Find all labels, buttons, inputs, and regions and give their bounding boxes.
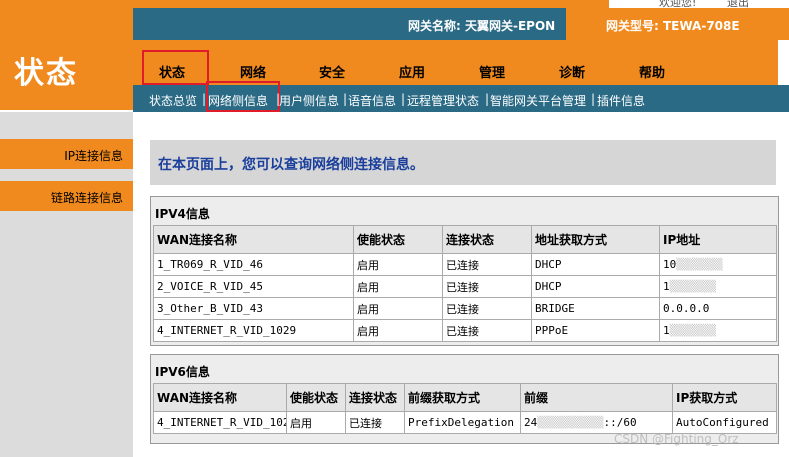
column-header: 地址获取方式 <box>531 225 660 254</box>
subnav-separator: | <box>202 92 207 106</box>
table-row: 2_VOICE_R_VID_45 启用 已连接 DHCP 1▒▒▒▒▒▒▒ <box>153 275 777 298</box>
intro-bar: 在本页面上，您可以查询网络侧连接信息。 <box>150 140 776 185</box>
enable-status-cell: 启用 <box>353 253 443 276</box>
wan-name-cell: 1_TR069_R_VID_46 <box>153 253 354 276</box>
address-mode-cell: DHCP <box>531 275 660 298</box>
tab-application[interactable]: 应用 <box>399 62 425 81</box>
wan-name-cell: 4_INTERNET_R_VID_1029 <box>153 319 354 342</box>
ip-address-cell: 10▒▒▒▒▒▒▒ <box>659 253 777 276</box>
header-info-bar: 网关名称: 天翼网关-EPON 网关型号: TEWA-708E <box>133 8 789 40</box>
subnav-status-overview[interactable]: 状态总览 <box>149 92 197 109</box>
prefix-start: 24 <box>524 416 538 429</box>
ip-address-cell: 1▒▒▒▒▒▒▒ <box>659 275 777 298</box>
prefix-mode-cell: PrefixDelegation <box>404 411 521 434</box>
ip-address-text: 1 <box>663 280 670 293</box>
column-header: 使能状态 <box>353 225 443 254</box>
subnav-separator: | <box>591 92 596 106</box>
column-header: WAN连接名称 <box>153 225 354 254</box>
redacted-region: ▒▒▒▒▒▒▒ <box>669 280 716 293</box>
connection-status-cell: 已连接 <box>442 297 532 320</box>
prefix-end: ::/60 <box>603 416 637 429</box>
logout-link[interactable]: 退出 <box>727 0 749 8</box>
redacted-region: ▒▒▒▒▒▒▒▒▒▒ <box>537 416 604 429</box>
enable-status-cell: 启用 <box>353 297 443 320</box>
redacted-region: ▒▒▒▒▒▒▒ <box>676 258 723 271</box>
subnav-separator: | <box>343 92 348 106</box>
address-mode-cell: DHCP <box>531 253 660 276</box>
top-links: 欢迎您! 退出 <box>609 0 789 8</box>
gateway-model-box: 网关型号: TEWA-708E <box>566 8 789 40</box>
subnav-user-side-info[interactable]: 用户侧信息 <box>279 92 339 109</box>
connection-status-cell: 已连接 <box>442 319 532 342</box>
tab-management[interactable]: 管理 <box>479 62 505 81</box>
ipv6-panel: IPV6信息 WAN连接名称 使能状态 连接状态 前缀获取方式 前缀 IP获取方… <box>150 354 779 444</box>
ipv4-table: WAN连接名称 使能状态 连接状态 地址获取方式 IP地址 1_TR069_R_… <box>153 225 777 342</box>
column-header: 前缀 <box>520 383 673 412</box>
table-row: 4_INTERNET_R_VID_1029 启用 已连接 PPPoE 1▒▒▒▒… <box>153 319 777 342</box>
table-row: 1_TR069_R_VID_46 启用 已连接 DHCP 10▒▒▒▒▒▒▒ <box>153 253 777 276</box>
subnav-network-side-info[interactable]: 网络侧信息 <box>208 92 268 109</box>
column-header: WAN连接名称 <box>153 383 287 412</box>
connection-status-cell: 已连接 <box>345 411 405 434</box>
tab-security[interactable]: 安全 <box>319 62 345 81</box>
ip-address-text: 10 <box>663 258 677 271</box>
column-header: IP地址 <box>659 225 777 254</box>
tab-network[interactable]: 网络 <box>240 62 266 81</box>
sidebar-item-ip-connection[interactable]: IP连接信息 <box>0 139 133 169</box>
enable-status-cell: 启用 <box>353 319 443 342</box>
wan-name-cell: 4_INTERNET_R_VID_1029 <box>153 411 287 434</box>
column-header: 连接状态 <box>442 225 532 254</box>
ipv6-table: WAN连接名称 使能状态 连接状态 前缀获取方式 前缀 IP获取方式 4_INT… <box>153 383 777 434</box>
wan-name-cell: 3_Other_B_VID_43 <box>153 297 354 320</box>
welcome-text: 欢迎您! <box>659 0 697 8</box>
main-nav: 状态 网络 安全 应用 管理 诊断 帮助 <box>133 40 778 85</box>
ip-address-text: 1 <box>663 324 670 337</box>
column-header: IP获取方式 <box>672 383 777 412</box>
tab-diagnosis[interactable]: 诊断 <box>559 62 585 81</box>
enable-status-cell: 启用 <box>286 411 346 434</box>
ip-address-cell: 0.0.0.0 <box>659 297 777 320</box>
table-row: 4_INTERNET_R_VID_1029 启用 已连接 PrefixDeleg… <box>153 411 777 434</box>
enable-status-cell: 启用 <box>353 275 443 298</box>
sidebar-item-label: 链路连接信息 <box>50 191 123 205</box>
address-mode-cell: BRIDGE <box>531 297 660 320</box>
ip-address-cell: 1▒▒▒▒▒▒▒ <box>659 319 777 342</box>
subnav-voice-info[interactable]: 语音信息 <box>348 92 396 109</box>
table-header-row: WAN连接名称 使能状态 连接状态 地址获取方式 IP地址 <box>153 225 777 254</box>
prefix-cell: 24▒▒▒▒▒▒▒▒▒▒::/60 <box>520 411 673 434</box>
sidebar: IP连接信息 链路连接信息 <box>0 112 133 457</box>
ip-mode-cell: AutoConfigured <box>672 411 777 434</box>
column-header: 使能状态 <box>286 383 346 412</box>
tab-help[interactable]: 帮助 <box>639 62 665 81</box>
wan-name-cell: 2_VOICE_R_VID_45 <box>153 275 354 298</box>
logo-area: 状态 <box>0 8 133 110</box>
ipv4-title: IPV4信息 <box>155 207 210 221</box>
tab-status[interactable]: 状态 <box>159 62 185 81</box>
ipv6-title: IPV6信息 <box>155 365 210 379</box>
column-header: 前缀获取方式 <box>404 383 521 412</box>
column-header: 连接状态 <box>345 383 405 412</box>
sidebar-item-label: IP连接信息 <box>64 149 123 163</box>
gateway-name: 网关名称: 天翼网关-EPON <box>408 19 556 33</box>
gateway-model: 网关型号: TEWA-708E <box>606 19 740 33</box>
sub-nav: 状态总览 | 网络侧信息 | 用户侧信息 | 语音信息 | 远程管理状态 | 智… <box>133 81 789 112</box>
subnav-separator: | <box>401 92 406 106</box>
table-header-row: WAN连接名称 使能状态 连接状态 前缀获取方式 前缀 IP获取方式 <box>153 383 777 412</box>
subnav-smart-gateway-platform[interactable]: 智能网关平台管理 <box>490 92 586 109</box>
subnav-plugin-info[interactable]: 插件信息 <box>597 92 645 109</box>
intro-text: 在本页面上，您可以查询网络侧连接信息。 <box>158 157 424 173</box>
page-heading: 状态 <box>14 56 78 91</box>
redacted-region: ▒▒▒▒▒▒▒ <box>669 324 716 337</box>
table-row: 3_Other_B_VID_43 启用 已连接 BRIDGE 0.0.0.0 <box>153 297 777 320</box>
address-mode-cell: PPPoE <box>531 319 660 342</box>
watermark: CSDN @Fighting_Orz <box>614 432 739 446</box>
subnav-separator: | <box>485 92 490 106</box>
ipv4-panel: IPV4信息 WAN连接名称 使能状态 连接状态 地址获取方式 IP地址 1_T… <box>150 196 779 346</box>
connection-status-cell: 已连接 <box>442 275 532 298</box>
connection-status-cell: 已连接 <box>442 253 532 276</box>
subnav-remote-management-status[interactable]: 远程管理状态 <box>407 92 479 109</box>
sidebar-item-link-connection[interactable]: 链路连接信息 <box>0 181 133 211</box>
